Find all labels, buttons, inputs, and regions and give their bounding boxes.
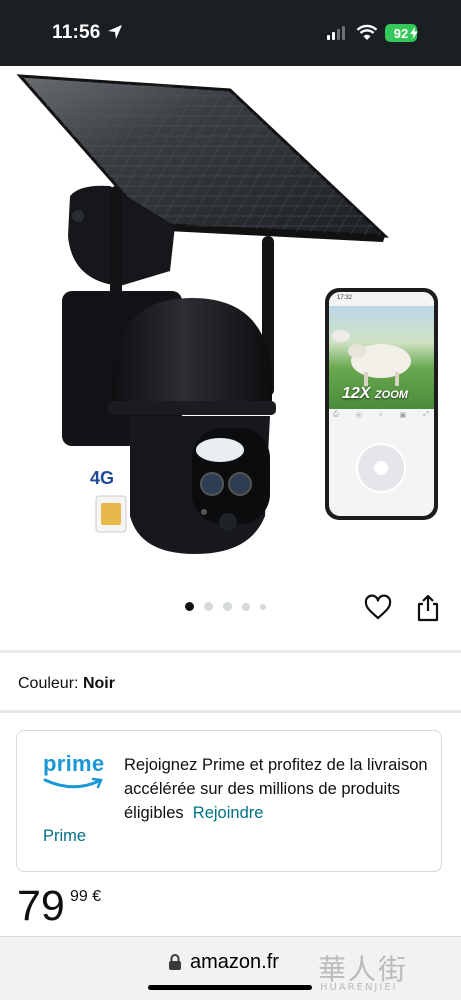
ptz-control-pad [356, 443, 406, 493]
wifi-icon [356, 24, 378, 40]
share-icon[interactable] [415, 594, 441, 622]
prime-message: Rejoignez Prime et profitez de la livrai… [124, 753, 429, 825]
carousel-dot[interactable] [223, 602, 232, 611]
carousel-dot[interactable] [242, 602, 250, 611]
battery-level: 92 [393, 25, 409, 41]
svg-text:4G: 4G [90, 468, 114, 488]
charging-bolt-icon [410, 27, 418, 39]
color-variant-row[interactable]: Couleur: Noir [18, 675, 115, 693]
carousel-dot[interactable] [260, 603, 266, 610]
divider [0, 650, 461, 653]
app-phone-mockup: 17:32 12X ZOOM ⎙ ◎ ♪ ▣ ⤢ [325, 288, 438, 520]
product-image[interactable]: 4G 17:32 12X ZOOM ⎙ ◎ ♪ ▣ ⤢ [0, 66, 461, 596]
prime-message-text: Rejoignez Prime et profitez de la livrai… [124, 756, 428, 822]
carousel-dot[interactable] [204, 602, 213, 611]
carousel-indicator [185, 602, 266, 611]
status-time: 11:56 [52, 22, 101, 43]
lock-icon [169, 954, 181, 970]
prime-logo: prime [43, 751, 104, 789]
zoom-badge: 12X ZOOM [342, 385, 408, 402]
color-value: Noir [82, 675, 115, 692]
home-indicator[interactable] [148, 985, 312, 990]
carousel-dot[interactable] [185, 602, 194, 611]
join-prime-link-continued[interactable]: Prime [43, 827, 86, 846]
phone-status: 17:32 [329, 292, 434, 306]
wishlist-heart-icon[interactable] [364, 594, 392, 622]
watermark: 華人街 HUARENJIEI [318, 953, 409, 993]
prime-promo-card[interactable]: prime Rejoignez Prime et profitez de la … [16, 730, 442, 872]
price-fraction: 99 € [70, 888, 102, 905]
status-bar: 11:56 92 [0, 0, 461, 66]
join-prime-link[interactable]: Rejoindre [193, 804, 264, 822]
phone-control-icons: ⎙ ◎ ♪ ▣ ⤢ [333, 411, 429, 419]
prime-smile-icon [43, 777, 103, 789]
color-label: Couleur: [18, 675, 79, 692]
price: 79 99 € [17, 882, 101, 930]
divider [0, 710, 461, 713]
url-text[interactable]: amazon.fr [190, 951, 279, 974]
location-arrow-icon [108, 25, 122, 39]
price-whole: 79 [17, 882, 65, 930]
cellular-signal-icon [327, 26, 345, 40]
